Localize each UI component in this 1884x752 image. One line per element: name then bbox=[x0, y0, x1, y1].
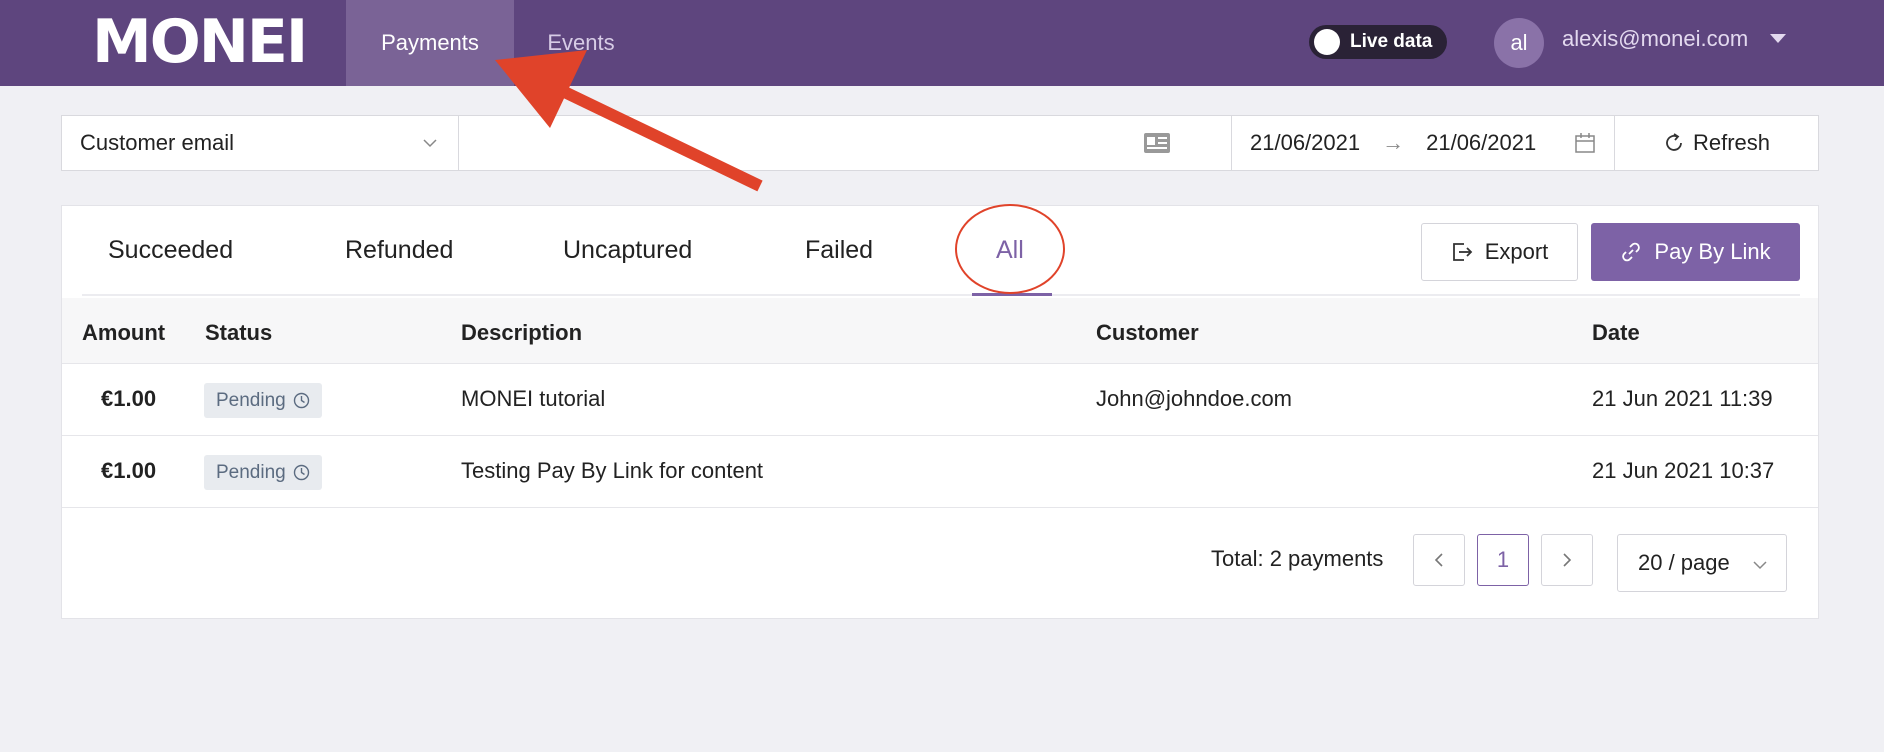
chevron-down-icon bbox=[423, 139, 437, 148]
live-data-toggle[interactable]: Live data bbox=[1309, 25, 1447, 59]
column-header-status: Status bbox=[205, 320, 273, 345]
tab-uncaptured[interactable]: Uncaptured bbox=[563, 236, 692, 265]
table-row[interactable]: €1.00 Pending Testing Pay By Link for co… bbox=[62, 436, 1818, 508]
chevron-right-icon bbox=[1563, 553, 1572, 567]
user-email[interactable]: alexis@monei.com bbox=[1562, 26, 1748, 52]
status-badge: Pending bbox=[204, 455, 322, 490]
column-header-date: Date bbox=[1592, 320, 1640, 345]
page-button-current[interactable]: 1 bbox=[1477, 534, 1529, 586]
chevron-down-icon bbox=[1753, 561, 1767, 570]
payment-description: Testing Pay By Link for content bbox=[461, 458, 764, 483]
filter-field-select[interactable]: Customer email bbox=[62, 116, 459, 170]
payment-amount: €1.00 bbox=[101, 458, 157, 483]
payment-date: 21 Jun 2021 11:39 bbox=[1592, 386, 1773, 411]
payment-description: MONEI tutorial bbox=[461, 386, 606, 411]
export-button[interactable]: Export bbox=[1421, 223, 1578, 281]
tab-succeeded[interactable]: Succeeded bbox=[108, 236, 233, 265]
status-label: Pending bbox=[216, 461, 286, 483]
date-range-picker[interactable]: 21/06/2021 → 21/06/2021 bbox=[1232, 116, 1615, 170]
chevron-left-icon bbox=[1434, 553, 1443, 567]
toggle-knob bbox=[1314, 29, 1340, 55]
payment-customer: John@johndoe.com bbox=[1096, 386, 1293, 411]
column-header-description: Description bbox=[461, 320, 583, 345]
date-to[interactable]: 21/06/2021 bbox=[1426, 130, 1536, 156]
column-header-amount: Amount bbox=[82, 320, 166, 345]
clock-icon bbox=[293, 392, 309, 409]
page-size-value: 20 / page bbox=[1638, 550, 1730, 575]
link-icon bbox=[1622, 242, 1641, 262]
export-label: Export bbox=[1484, 239, 1549, 264]
refresh-button[interactable]: Refresh bbox=[1615, 116, 1818, 170]
calendar-icon bbox=[1575, 133, 1595, 153]
payments-filter-bar: Customer email 21/06/2021 → 21/06/2021 R… bbox=[61, 115, 1819, 171]
payment-amount: €1.00 bbox=[101, 386, 157, 411]
table-header: Amount Status Description Customer Date bbox=[62, 298, 1818, 364]
clock-icon bbox=[293, 464, 309, 481]
live-data-label: Live data bbox=[1350, 31, 1433, 52]
caret-down-icon[interactable] bbox=[1770, 34, 1786, 43]
tab-refunded[interactable]: Refunded bbox=[345, 236, 453, 265]
status-badge: Pending bbox=[204, 383, 322, 418]
export-icon bbox=[1452, 243, 1472, 261]
pay-by-link-label: Pay By Link bbox=[1654, 239, 1771, 264]
tab-failed[interactable]: Failed bbox=[805, 236, 873, 265]
refresh-icon bbox=[1666, 133, 1682, 151]
column-header-customer: Customer bbox=[1096, 320, 1199, 345]
table-row[interactable]: €1.00 Pending MONEI tutorial John@johndo… bbox=[62, 364, 1818, 436]
id-card-icon bbox=[1144, 133, 1170, 153]
date-range-arrow: → bbox=[1382, 130, 1405, 155]
annotation-arrow bbox=[495, 50, 763, 192]
filter-field-value: Customer email bbox=[80, 130, 235, 155]
nav-tab-payments[interactable]: Payments bbox=[346, 0, 514, 86]
payment-date: 21 Jun 2021 10:37 bbox=[1592, 458, 1775, 483]
top-navigation-bar: MONEI Payments Events Live data al alexi… bbox=[0, 0, 1884, 86]
page-size-select[interactable]: 20 / page bbox=[1617, 534, 1787, 592]
pagination-total: Total: 2 payments bbox=[1211, 546, 1384, 571]
monei-logo[interactable]: MONEI bbox=[92, 7, 308, 77]
next-page-button[interactable] bbox=[1541, 534, 1593, 586]
annotation-circle bbox=[955, 204, 1065, 294]
pay-by-link-button[interactable]: Pay By Link bbox=[1591, 223, 1800, 281]
payments-card: Succeeded Refunded Uncaptured Failed All… bbox=[61, 204, 1819, 619]
date-from[interactable]: 21/06/2021 bbox=[1250, 130, 1360, 156]
previous-page-button[interactable] bbox=[1413, 534, 1465, 586]
status-label: Pending bbox=[216, 389, 286, 411]
avatar[interactable]: al bbox=[1494, 18, 1544, 68]
refresh-label: Refresh bbox=[1692, 130, 1771, 155]
